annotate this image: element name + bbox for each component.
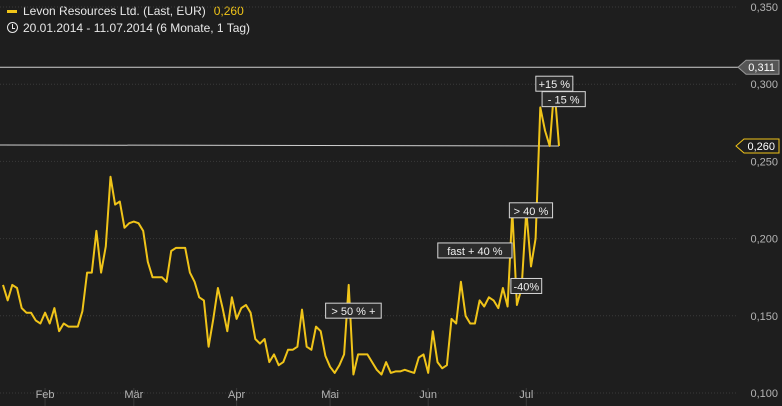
annotation-label: -40% <box>513 281 539 293</box>
plot-area: 0,350 0,300 0,250 0,200 0,150 0,100 Feb Mär Apr M… <box>0 2 780 406</box>
chart: Levon Resources Ltd. (Last, EUR) 0,260 20… <box>0 0 782 406</box>
y-tick-label: 0,100 <box>750 388 778 400</box>
annotation-label: - 15 % <box>548 95 580 107</box>
x-tick-label: Jul <box>519 389 533 401</box>
reference-value-label: 0,311 <box>748 62 775 74</box>
x-tick-label: Mär <box>124 389 143 401</box>
x-tick-label: Feb <box>36 389 55 401</box>
reference-line <box>0 144 560 147</box>
y-tick-label: 0,150 <box>750 311 778 323</box>
y-tick-label: 0,200 <box>750 234 778 246</box>
annotation-label: +15 % <box>539 79 571 91</box>
price-line <box>2 86 560 376</box>
y-tick-label: 0,300 <box>750 79 778 91</box>
x-tick-label: Jun <box>419 389 437 401</box>
annotation-label: > 40 % <box>514 206 549 218</box>
annotation-label: fast + 40 % <box>447 246 503 258</box>
x-tick-label: Apr <box>228 389 245 401</box>
y-tick-label: 0,250 <box>750 156 778 168</box>
last-value-label: 0,260 <box>747 141 775 153</box>
x-tick-label: Mai <box>321 389 339 401</box>
annotation-label: > 50 % + <box>331 306 375 318</box>
y-tick-label: 0,350 <box>750 2 778 14</box>
